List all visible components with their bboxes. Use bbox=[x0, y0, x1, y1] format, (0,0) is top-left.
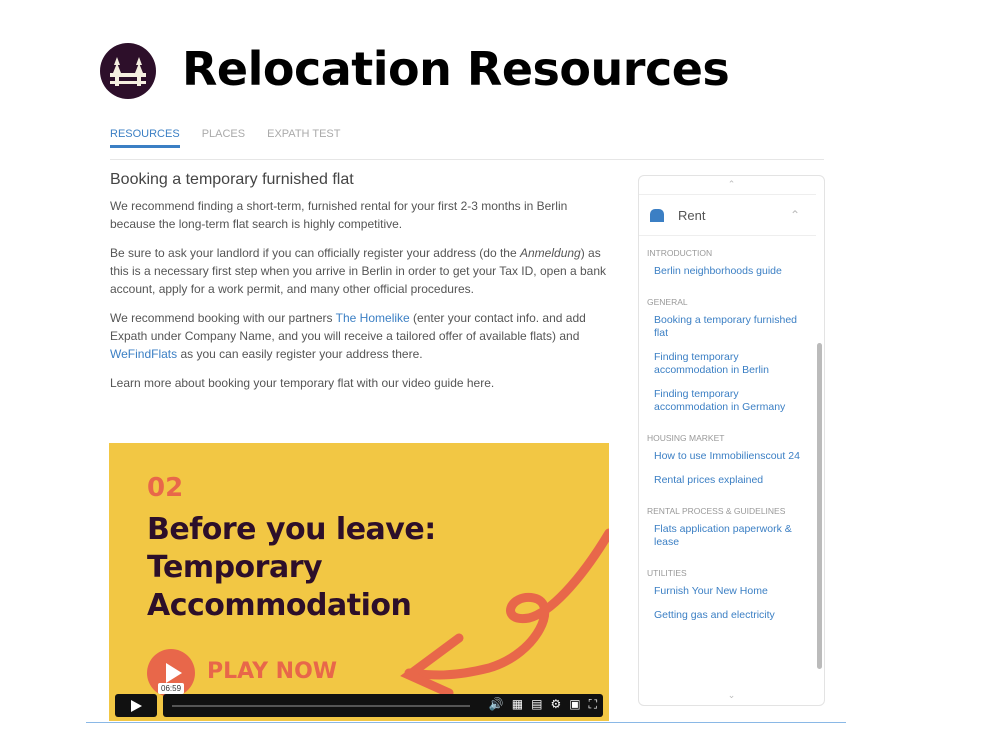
sidebar-link[interactable]: Furnish Your New Home bbox=[639, 581, 824, 605]
sidebar-link[interactable]: How to use Immobilienscout 24 bbox=[639, 446, 824, 470]
wefindflats-link[interactable]: WeFindFlats bbox=[110, 347, 177, 361]
sidebar-title: Rent bbox=[678, 207, 706, 223]
text: Be sure to ask your landlord if you can … bbox=[110, 246, 520, 260]
transcript-icon[interactable]: ▤ bbox=[531, 697, 542, 712]
sidebar-nav: ⌃ Rent ⌃ INTRODUCTION Berlin neighborhood… bbox=[638, 175, 825, 706]
paragraph: Learn more about booking your temporary … bbox=[110, 376, 495, 390]
sidebar-section-label: HOUSING MARKET bbox=[647, 433, 725, 443]
text: as you can easily register your address … bbox=[177, 347, 423, 361]
scrollbar[interactable] bbox=[817, 343, 822, 669]
tab-resources[interactable]: RESOURCES bbox=[110, 128, 180, 148]
video-title-line: Before you leave: bbox=[147, 512, 436, 547]
sidebar-link[interactable]: Rental prices explained bbox=[639, 470, 824, 494]
anmeldung-term: Anmeldung bbox=[520, 246, 581, 260]
pip-icon[interactable]: ▣ bbox=[569, 697, 580, 712]
tab-bar: RESOURCES PLACES EXPATH TEST bbox=[110, 128, 340, 148]
control-bar: 🔊 ▦ ▤ ⚙ ▣ ⛶ bbox=[163, 694, 603, 717]
sidebar-category-header[interactable]: Rent ⌃ bbox=[639, 194, 816, 236]
volume-icon[interactable]: 🔊 bbox=[489, 697, 504, 712]
tab-places[interactable]: PLACES bbox=[202, 128, 245, 148]
sidebar-section-label: INTRODUCTION bbox=[647, 248, 713, 258]
paragraph: We recommend finding a short-term, furni… bbox=[110, 199, 568, 231]
logo bbox=[100, 43, 156, 99]
divider bbox=[86, 722, 846, 723]
captions-icon[interactable]: ▦ bbox=[512, 697, 523, 712]
sidebar-link[interactable]: Getting gas and electricity bbox=[639, 605, 824, 629]
sidebar-link[interactable]: Flats application paperwork & lease bbox=[639, 519, 824, 556]
sidebar-section-label: GENERAL bbox=[647, 297, 688, 307]
article: Booking a temporary furnished flat We re… bbox=[110, 171, 610, 403]
sidebar-link[interactable]: Berlin neighborhoods guide bbox=[639, 261, 824, 285]
divider bbox=[110, 159, 824, 160]
chevron-up-icon[interactable]: ⌃ bbox=[790, 208, 800, 222]
settings-gear-icon[interactable]: ⚙ bbox=[550, 697, 561, 712]
sidebar-section-label: UTILITIES bbox=[647, 568, 687, 578]
text: We recommend booking with our partners bbox=[110, 311, 336, 325]
paragraph: We recommend booking with our partners T… bbox=[110, 309, 610, 363]
article-heading: Booking a temporary furnished flat bbox=[110, 171, 354, 188]
video-number: 02 bbox=[147, 473, 184, 503]
scroll-up-chevron-icon[interactable]: ⌃ bbox=[639, 176, 824, 194]
sidebar-section-label: RENTAL PROCESS & GUIDELINES bbox=[647, 506, 786, 516]
fullscreen-icon[interactable]: ⛶ bbox=[589, 697, 597, 712]
sidebar-link[interactable]: Finding temporary accommodation in Germa… bbox=[639, 384, 824, 421]
duration-tooltip: 06:59 bbox=[158, 683, 185, 694]
scroll-down-chevron-icon[interactable]: ⌄ bbox=[639, 687, 824, 705]
video-title-line: Temporary bbox=[147, 550, 323, 585]
sidebar-link[interactable]: Finding temporary accommodation in Berli… bbox=[639, 347, 824, 384]
page-title: Relocation Resources bbox=[182, 42, 730, 96]
video-title-line: Accommodation bbox=[147, 588, 412, 623]
homelike-link[interactable]: The Homelike bbox=[336, 311, 410, 325]
sidebar-link[interactable]: Booking a temporary furnished flat bbox=[639, 310, 824, 347]
home-icon bbox=[650, 208, 664, 222]
play-button[interactable] bbox=[115, 694, 157, 717]
tab-expath-test[interactable]: EXPATH TEST bbox=[267, 128, 340, 148]
play-now-label[interactable]: PLAY NOW bbox=[207, 659, 337, 684]
video-player[interactable]: 02 Before you leave: Temporary Accommoda… bbox=[109, 443, 609, 721]
paragraph: Be sure to ask your landlord if you can … bbox=[110, 244, 610, 298]
berlin-bridge-logo-icon bbox=[110, 57, 146, 86]
progress-slider[interactable] bbox=[172, 705, 470, 707]
video-title: Before you leave: Temporary Accommodatio… bbox=[147, 511, 436, 625]
